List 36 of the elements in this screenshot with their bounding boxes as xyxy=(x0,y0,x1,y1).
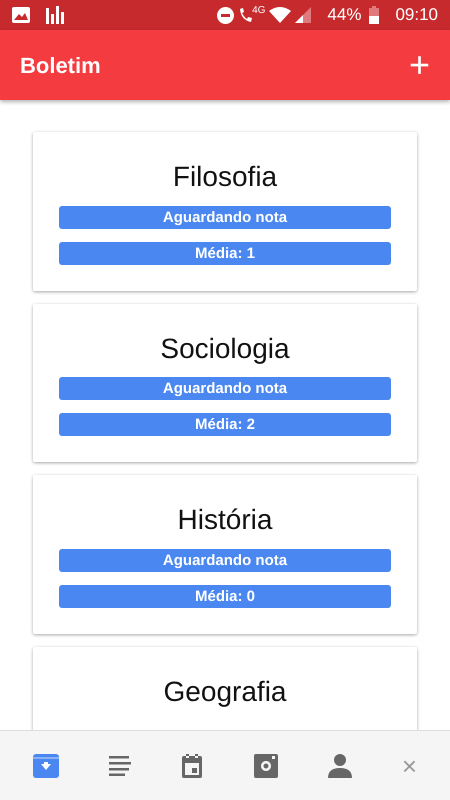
status-label: Aguardando nota xyxy=(59,548,391,572)
archive-icon xyxy=(32,754,59,778)
subject-name: Filosofia xyxy=(172,160,278,194)
do-not-disturb-icon xyxy=(217,6,234,24)
average-label: Média: 1 xyxy=(59,242,391,265)
nav-tab[interactable] xyxy=(108,756,131,776)
subject-card[interactable]: Sociologia Aguardando nota Média: 2 xyxy=(33,304,417,462)
nav-tab[interactable] xyxy=(254,754,278,778)
nav-tab[interactable] xyxy=(32,754,59,778)
subject-card[interactable]: Geografia xyxy=(33,646,417,730)
average-label: Média: 2 xyxy=(59,413,391,436)
app-title: Boletim xyxy=(20,52,101,80)
bar-chart-icon xyxy=(46,6,64,24)
battery-percentage: 44% xyxy=(327,4,362,26)
add-button[interactable]: + xyxy=(404,47,434,83)
subject-name: História xyxy=(176,503,274,537)
status-label: Aguardando nota xyxy=(59,206,391,229)
subject-name: Sociologia xyxy=(159,332,291,366)
battery-icon xyxy=(369,6,380,24)
subject-name: Geografia xyxy=(162,674,288,708)
camera-icon xyxy=(254,754,278,778)
average-label: Média: 0 xyxy=(59,584,391,608)
status-label: Aguardando nota xyxy=(59,377,391,400)
signal-icon xyxy=(295,7,312,23)
nav-tab[interactable] xyxy=(180,754,204,778)
person-icon xyxy=(328,754,352,778)
phone-icon xyxy=(238,7,252,23)
network-type-label: 4G xyxy=(252,4,266,18)
subject-card[interactable]: História Aguardando nota Média: 0 xyxy=(33,475,417,634)
wifi-icon xyxy=(269,7,292,23)
image-icon xyxy=(12,7,30,23)
calendar-icon xyxy=(180,754,204,778)
clock: 09:10 xyxy=(395,4,438,26)
subject-card[interactable]: Filosofia Aguardando nota Média: 1 xyxy=(33,132,417,291)
text-lines-icon xyxy=(108,756,131,776)
nav-tab[interactable] xyxy=(328,754,352,778)
